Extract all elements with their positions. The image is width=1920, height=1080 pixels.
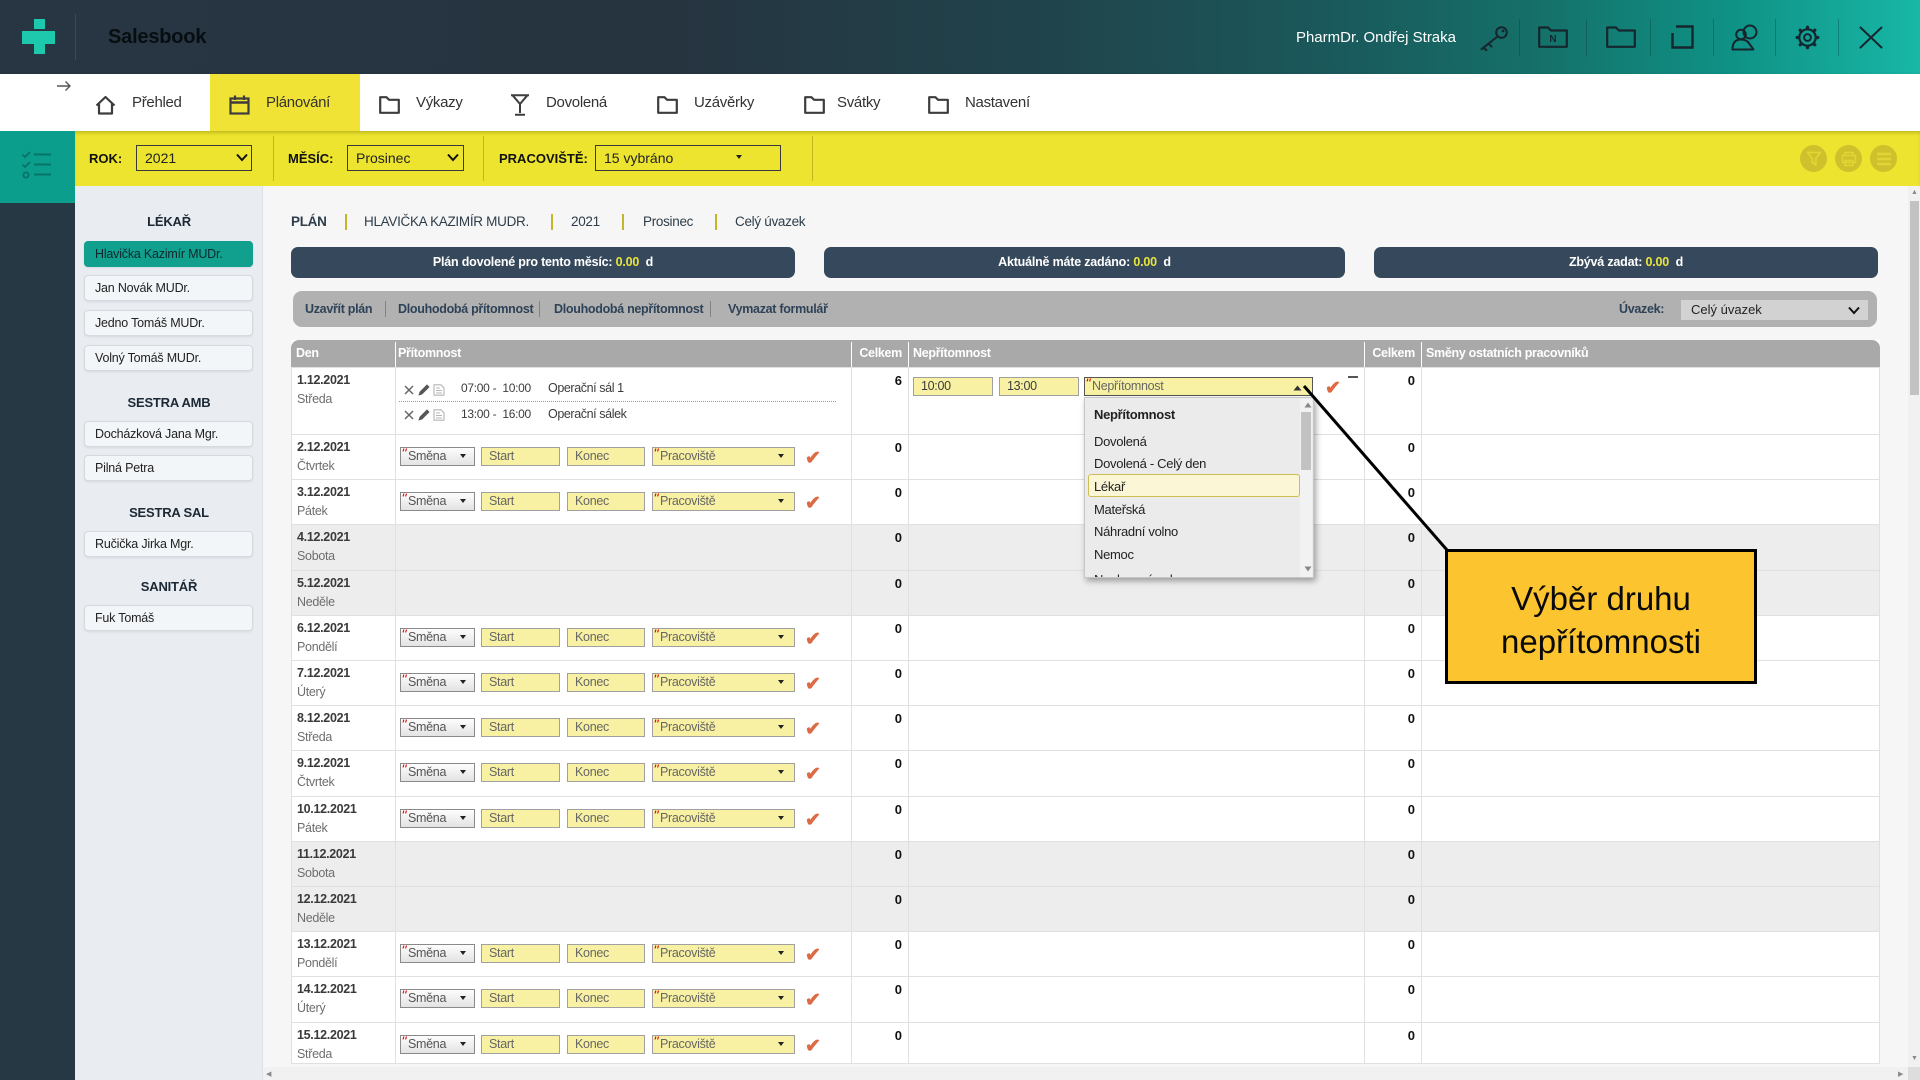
svg-text:N: N — [1549, 34, 1556, 45]
